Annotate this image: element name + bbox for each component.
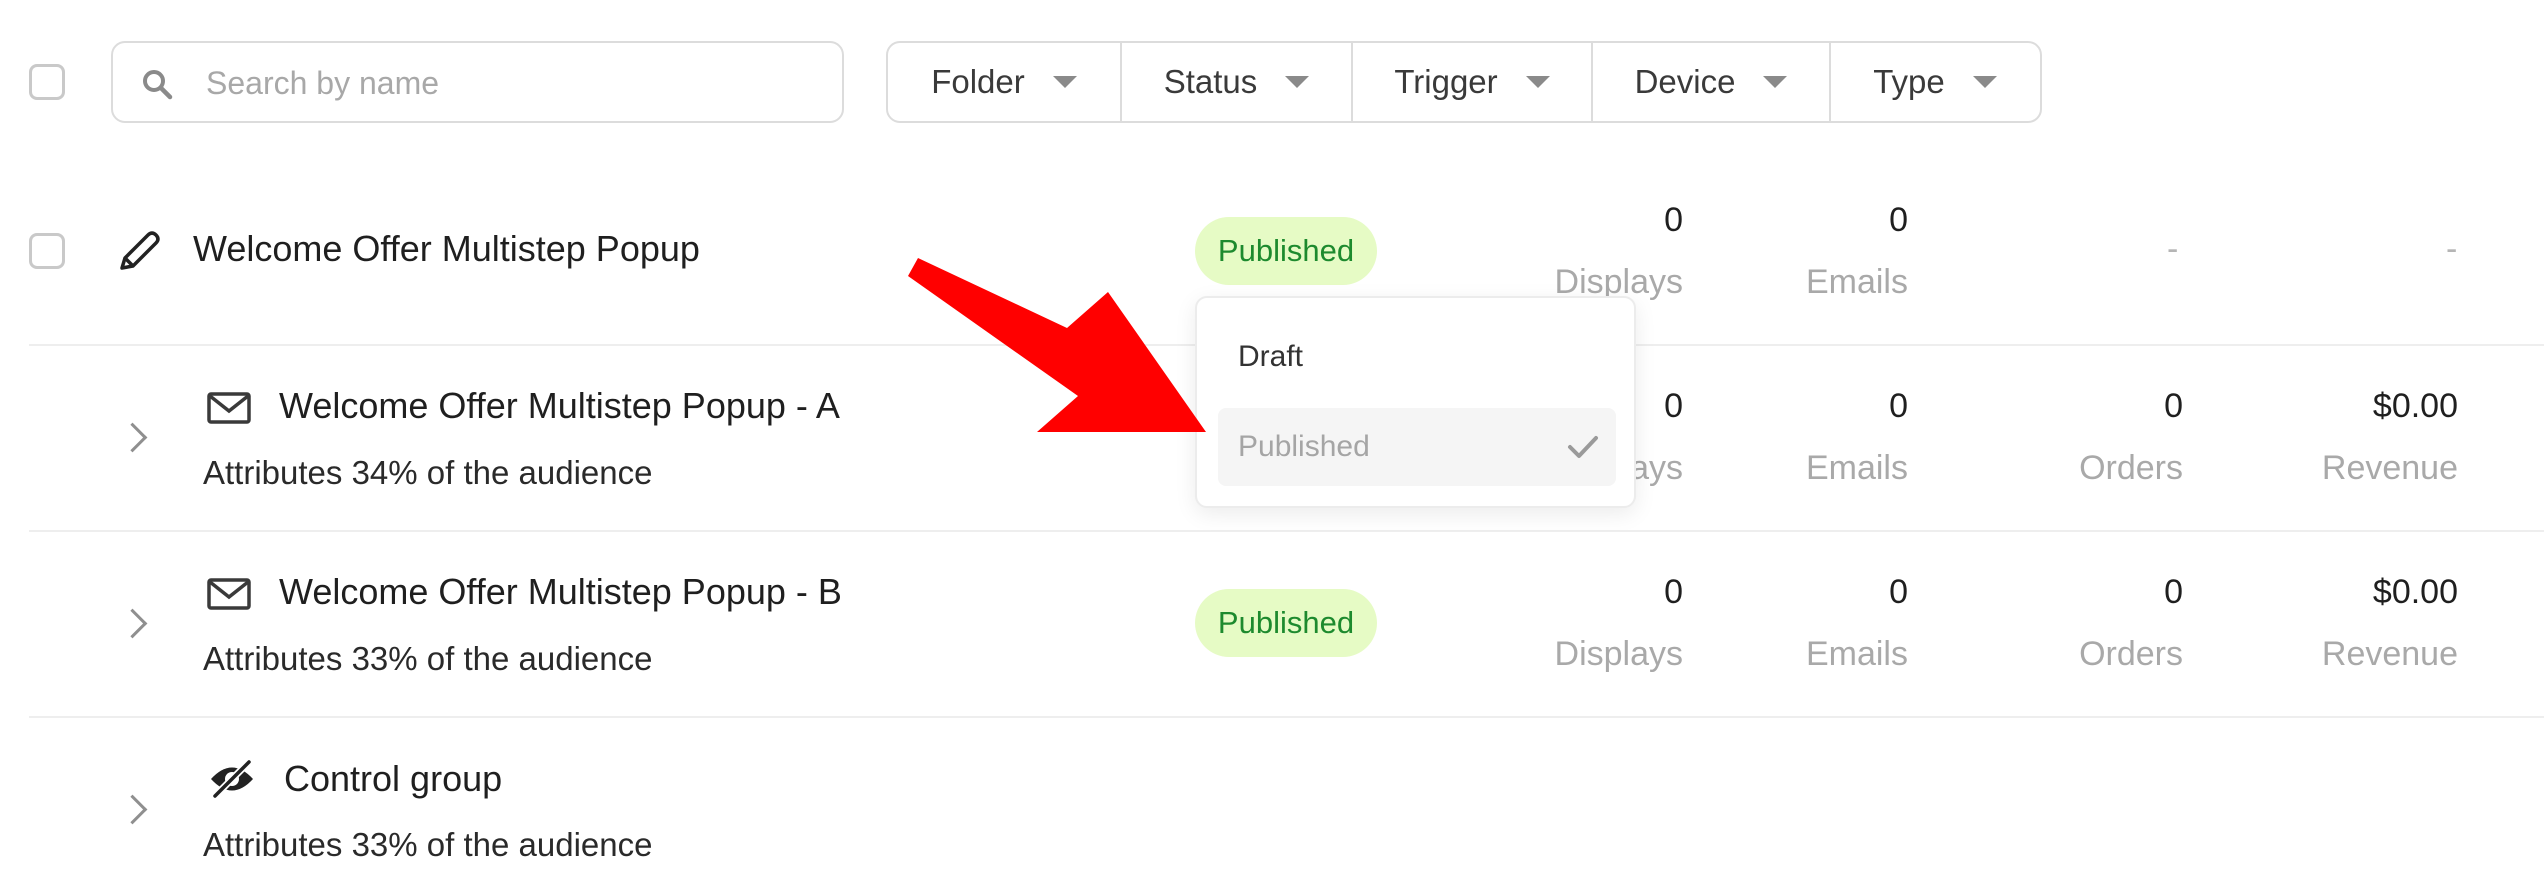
annotation-arrow — [908, 258, 1206, 432]
